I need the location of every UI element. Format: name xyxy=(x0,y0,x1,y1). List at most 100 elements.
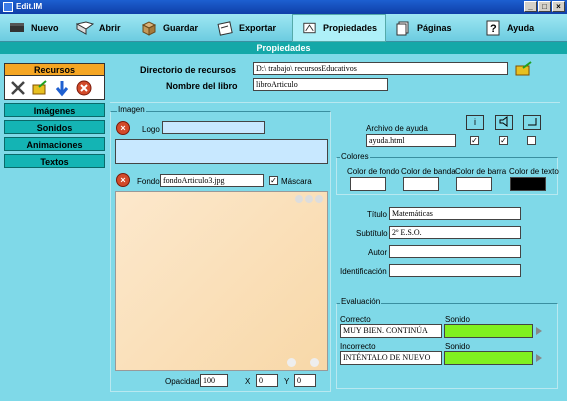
resources-sidebar: Recursos Imágenes Sonidos Animaciones Te… xyxy=(4,63,105,168)
bg-color-label: Color de fondo xyxy=(347,167,400,176)
down-arrow-icon[interactable] xyxy=(53,79,71,97)
svg-text:?: ? xyxy=(490,23,497,35)
resource-dir-field[interactable]: D:\ trabajo\ recursosEducativos xyxy=(253,62,508,75)
save-box-icon xyxy=(141,21,157,36)
app-icon xyxy=(3,2,13,12)
remove-logo-icon[interactable]: × xyxy=(116,121,130,135)
text-color-swatch[interactable] xyxy=(510,177,546,191)
info-button[interactable]: i xyxy=(466,115,484,130)
opacity-label: Opacidad xyxy=(165,377,200,386)
background-preview xyxy=(115,191,328,371)
close-button[interactable]: × xyxy=(552,1,565,12)
x-label: X xyxy=(245,377,251,386)
browse-folder-icon[interactable] xyxy=(514,59,534,77)
title-field[interactable]: Matemáticas xyxy=(389,207,521,220)
y-label: Y xyxy=(284,377,290,386)
sidebar-item-images[interactable]: Imágenes xyxy=(4,103,105,117)
correct-label: Correcto xyxy=(340,315,371,324)
bar-color-swatch[interactable] xyxy=(456,177,492,191)
mask-checkbox[interactable]: ✓ xyxy=(269,176,278,185)
help-checkbox-1[interactable]: ✓ xyxy=(470,136,479,145)
pages-button[interactable]: Páginas xyxy=(386,14,476,42)
mask-label: Máscara xyxy=(281,177,312,186)
x-field[interactable]: 0 xyxy=(256,374,278,387)
open-label: Abrir xyxy=(99,23,121,33)
id-label: Identificación xyxy=(340,267,387,276)
preview-controls xyxy=(295,195,323,203)
resources-icon-bar xyxy=(4,76,105,100)
sidebar-item-sounds[interactable]: Sonidos xyxy=(4,120,105,134)
remove-background-icon[interactable]: × xyxy=(116,173,130,187)
resource-dir-label: Directorio de recursos xyxy=(140,65,237,75)
window-title: Edit.IM xyxy=(16,2,43,11)
help-icon: ? xyxy=(486,20,500,36)
help-checkbox-3[interactable] xyxy=(527,136,536,145)
save-button[interactable]: Guardar xyxy=(132,14,208,42)
sound-incorrect-label: Sonido xyxy=(445,342,470,351)
properties-button[interactable]: Propiedades xyxy=(292,14,386,42)
preview-info-icon[interactable] xyxy=(295,195,303,203)
delete-icon[interactable] xyxy=(75,79,93,97)
preview-nav xyxy=(287,358,319,367)
section-title: Propiedades xyxy=(0,42,567,54)
export-icon xyxy=(217,21,233,36)
sound-button[interactable] xyxy=(495,115,513,130)
title-label: Título xyxy=(367,210,388,219)
maximize-button[interactable]: □ xyxy=(538,1,551,12)
preview-fit-icon[interactable] xyxy=(315,195,323,203)
minimize-button[interactable]: _ xyxy=(524,1,537,12)
export-button[interactable]: Exportar xyxy=(208,14,292,42)
book-name-field[interactable]: libroArticulo xyxy=(253,78,388,91)
id-field[interactable] xyxy=(389,264,521,277)
preview-next-icon[interactable] xyxy=(310,358,319,367)
subtitle-field[interactable]: 2º E.S.O. xyxy=(389,226,521,239)
bg-color-swatch[interactable] xyxy=(350,177,386,191)
export-label: Exportar xyxy=(239,23,277,33)
new-file-icon xyxy=(10,23,24,32)
main-toolbar: Nuevo Abrir Guardar Exportar Propiedades… xyxy=(0,14,567,42)
logo-field[interactable] xyxy=(162,121,265,134)
image-group-label: Imagen xyxy=(117,105,146,114)
window-titlebar: Edit.IM _ □ × xyxy=(0,0,567,14)
incorrect-message-field[interactable]: INTÉNTALO DE NUEVO xyxy=(340,351,442,365)
play-incorrect-icon[interactable] xyxy=(536,354,542,362)
help-checkbox-2[interactable]: ✓ xyxy=(499,136,508,145)
preview-prev-icon[interactable] xyxy=(287,358,296,367)
help-file-field[interactable]: ayuda.html xyxy=(366,134,456,147)
frame-icon xyxy=(528,118,537,126)
background-field[interactable]: fondoArticulo3.jpg xyxy=(160,174,264,187)
tools-icon[interactable] xyxy=(9,79,27,97)
correct-sound-field[interactable] xyxy=(444,324,533,338)
background-label: Fondo xyxy=(137,177,160,186)
band-color-swatch[interactable] xyxy=(403,177,439,191)
y-field[interactable]: 0 xyxy=(294,374,316,387)
preview-zoom-icon[interactable] xyxy=(305,195,313,203)
opacity-field[interactable]: 100 xyxy=(200,374,228,387)
band-color-label: Color de banda xyxy=(401,167,456,176)
sidebar-item-texts[interactable]: Textos xyxy=(4,154,105,168)
text-color-label: Color de texto xyxy=(509,167,559,176)
open-folder-icon[interactable] xyxy=(31,79,49,97)
separator xyxy=(110,102,560,103)
pages-label: Páginas xyxy=(417,23,452,33)
pages-icon xyxy=(396,21,409,36)
author-field[interactable] xyxy=(389,245,521,258)
properties-icon xyxy=(303,22,316,34)
sidebar-item-animations[interactable]: Animaciones xyxy=(4,137,105,151)
logo-preview xyxy=(115,139,328,164)
sound-correct-label: Sonido xyxy=(445,315,470,324)
play-correct-icon[interactable] xyxy=(536,327,542,335)
subtitle-label: Subtítulo xyxy=(356,229,388,238)
logo-label: Logo xyxy=(142,125,160,134)
properties-label: Propiedades xyxy=(322,23,377,33)
new-label: Nuevo xyxy=(31,23,59,33)
frame-button[interactable] xyxy=(523,115,541,130)
correct-message-field[interactable]: MUY BIEN. CONTINÚA xyxy=(340,324,442,338)
help-label: Ayuda xyxy=(507,23,535,33)
incorrect-sound-field[interactable] xyxy=(444,351,533,365)
new-button[interactable]: Nuevo xyxy=(0,14,68,42)
open-icon xyxy=(76,21,94,35)
open-button[interactable]: Abrir xyxy=(68,14,132,42)
help-button[interactable]: ? Ayuda xyxy=(476,14,546,42)
book-name-label: Nombre del libro xyxy=(166,81,238,91)
